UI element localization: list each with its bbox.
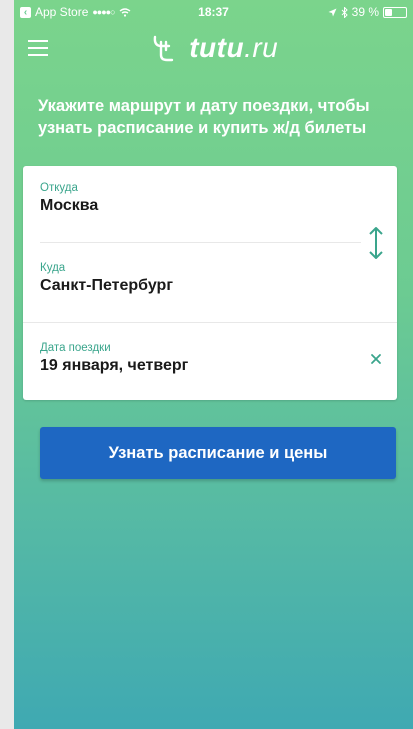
close-icon[interactable] xyxy=(369,352,383,366)
page-headline: Укажите маршрут и дату поездки, чтобы уз… xyxy=(38,97,370,137)
battery-percent: 39 % xyxy=(351,5,379,19)
to-value[interactable]: Санкт-Петербург xyxy=(40,277,377,295)
tutu-logo-icon xyxy=(153,35,173,62)
date-value[interactable]: 19 января, четверг xyxy=(40,357,377,375)
status-bar: ‹ App Store ●●●●○ 18:37 39 % xyxy=(14,0,413,24)
logo-text: tutu.ru xyxy=(189,32,278,64)
app-screen: ‹ App Store ●●●●○ 18:37 39 % tutu.ru Ука… xyxy=(14,0,413,729)
battery-fill xyxy=(385,8,393,16)
date-label: Дата поездки xyxy=(40,342,111,354)
battery-icon xyxy=(383,6,407,18)
from-label: Откуда xyxy=(40,182,78,194)
field-divider xyxy=(40,242,361,243)
date-field[interactable]: Дата поездки 19 января, четверг xyxy=(40,342,377,375)
status-right: 39 % xyxy=(328,5,407,19)
swap-arrows-icon[interactable] xyxy=(367,226,385,260)
tutu-logo: tutu.ru xyxy=(14,32,413,64)
app-header: tutu.ru xyxy=(14,28,413,68)
location-icon xyxy=(328,8,337,16)
logo-main: tutu xyxy=(189,32,245,63)
to-label: Куда xyxy=(40,262,66,274)
route-form-card: Откуда Москва Куда Санкт-Петербург Дата … xyxy=(23,166,397,400)
bluetooth-icon xyxy=(341,6,348,18)
search-schedule-button[interactable]: Узнать расписание и цены xyxy=(40,427,396,479)
to-field[interactable]: Куда Санкт-Петербург xyxy=(40,262,377,295)
from-field[interactable]: Откуда Москва xyxy=(40,182,377,215)
field-divider xyxy=(23,322,397,323)
from-value[interactable]: Москва xyxy=(40,197,377,215)
logo-tld: .ru xyxy=(244,32,279,63)
